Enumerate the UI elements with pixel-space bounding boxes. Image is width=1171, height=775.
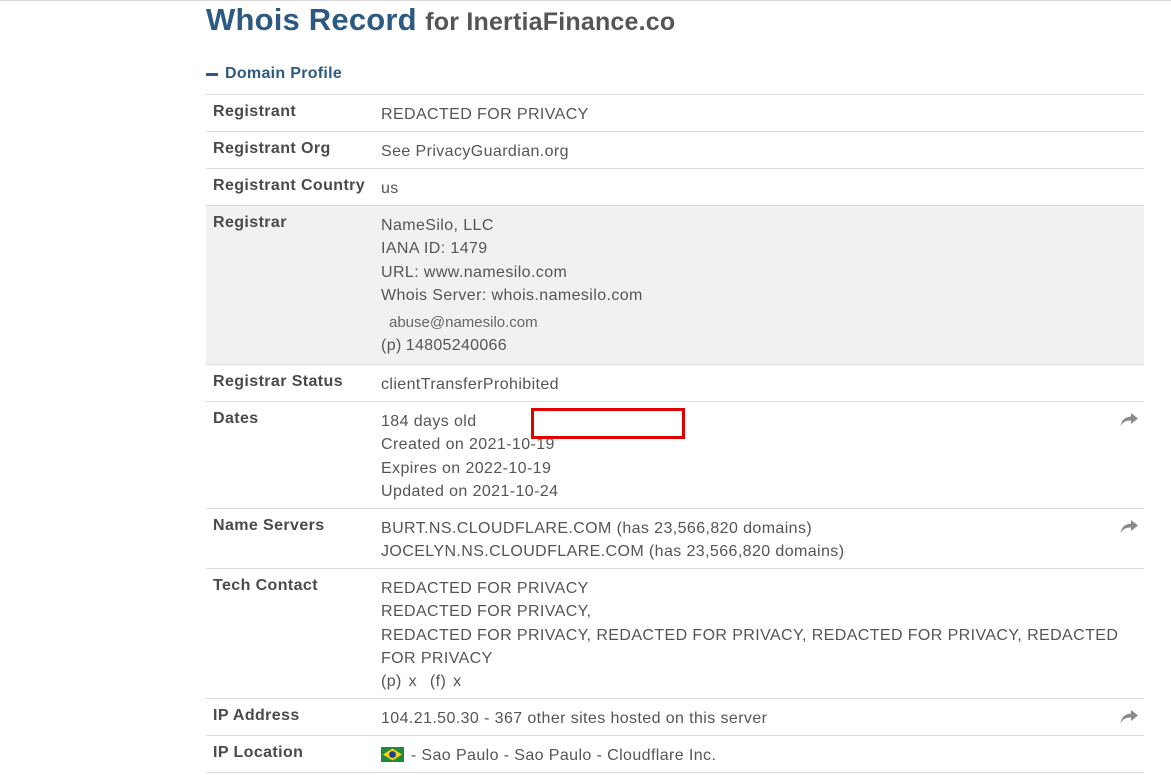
dates-created: Created on 2021-10-19 [381, 436, 555, 454]
phone-label: (p) [381, 673, 402, 691]
registrant-country-value: us [381, 180, 399, 197]
registrar-iana: IANA ID: 1479 [381, 240, 488, 258]
dates-updated: Updated on 2021-10-24 [381, 482, 559, 500]
phone-label: (p) [381, 337, 402, 355]
page-title-domain: for InertiaFinance.co [425, 8, 676, 36]
registrar-phone: (p) 14805240066 [381, 334, 1132, 357]
registrant-org-value: See PrivacyGuardian.org [381, 143, 569, 160]
tech-contact-line1: REDACTED FOR PRIVACY [381, 580, 589, 597]
row-label: Registrant Country [213, 177, 366, 194]
row-label: IP Location [213, 744, 304, 761]
row-registrant-country: Registrant Country us [206, 169, 1144, 206]
row-label: Name Servers [213, 517, 325, 534]
row-registrant-org: Registrant Org See PrivacyGuardian.org [206, 132, 1144, 169]
tech-contact-phone: (p) x (f) x [381, 670, 1132, 693]
abuse-email: abuse@namesilo.com [389, 314, 538, 332]
tech-contact-line2: REDACTED FOR PRIVACY, [381, 603, 592, 621]
dates-age: 184 days old [381, 413, 477, 430]
row-value: BURT.NS.CLOUDFLARE.COM (has 23,566,820 d… [381, 517, 1132, 564]
page-title-main: Whois Record [206, 2, 417, 37]
dates-expires: Expires on 2022-10-19 [381, 459, 552, 477]
brazil-flag-icon [381, 747, 404, 762]
share-arrow-icon[interactable] [1120, 520, 1138, 534]
fax-label: (f) [429, 673, 447, 691]
row-tech-contact: Tech Contact REDACTED FOR PRIVACY REDACT… [206, 569, 1144, 699]
share-arrow-icon[interactable] [1120, 710, 1138, 724]
ip-address-value[interactable]: 104.21.50.30 - 367 other sites hosted on… [381, 707, 1132, 730]
registrant-value: REDACTED FOR PRIVACY [381, 106, 589, 123]
fax-value: x [453, 673, 462, 691]
section-label: Domain Profile [225, 65, 343, 82]
row-label: Registrant Org [213, 140, 331, 157]
whois-table: Registrant REDACTED FOR PRIVACY Registra… [206, 94, 1144, 773]
row-label: Registrar Status [213, 373, 343, 390]
row-dates: Dates 184 days old Created on 2021-10-19… [206, 402, 1144, 509]
row-value: REDACTED FOR PRIVACY [381, 103, 1132, 126]
row-value: clientTransferProhibited [381, 373, 1132, 396]
ip-location-value: - Sao Paulo - Sao Paulo - Cloudflare Inc… [410, 747, 717, 764]
ip-location-line: - Sao Paulo - Sao Paulo - Cloudflare Inc… [381, 744, 1132, 767]
phone-value: x [408, 673, 418, 691]
top-divider [0, 0, 1171, 1]
phone-number: 14805240066 [405, 337, 507, 355]
row-name-servers: Name Servers BURT.NS.CLOUDFLARE.COM (has… [206, 509, 1144, 569]
registrar-name: NameSilo, LLC [381, 217, 494, 234]
row-registrar: Registrar NameSilo, LLC IANA ID: 1479 UR… [206, 206, 1144, 365]
name-server-2[interactable]: JOCELYN.NS.CLOUDFLARE.COM (has 23,566,82… [381, 540, 1132, 563]
row-label: Tech Contact [213, 577, 318, 594]
row-label: IP Address [213, 707, 300, 724]
row-registrant: Registrant REDACTED FOR PRIVACY [206, 95, 1144, 132]
row-label: Dates [213, 410, 259, 427]
row-label: Registrar [213, 214, 287, 231]
page-title: Whois Record for InertiaFinance.co [206, 2, 675, 38]
domain-profile-toggle[interactable]: Domain Profile [206, 64, 342, 84]
registrar-abuse: abuse@namesilo.com [381, 311, 1132, 334]
row-value: us [381, 177, 1132, 200]
highlight-box [531, 408, 685, 439]
registrar-url: URL: www.namesilo.com [381, 263, 568, 281]
row-value: REDACTED FOR PRIVACY REDACTED FOR PRIVAC… [381, 577, 1132, 693]
registrar-whois-server: Whois Server: whois.namesilo.com [381, 286, 643, 304]
row-value: NameSilo, LLC IANA ID: 1479 URL: www.nam… [381, 214, 1132, 358]
tech-contact-line3: REDACTED FOR PRIVACY, REDACTED FOR PRIVA… [381, 626, 1119, 667]
row-value: See PrivacyGuardian.org [381, 140, 1132, 163]
row-ip-address: IP Address 104.21.50.30 - 367 other site… [206, 699, 1144, 736]
row-ip-location: IP Location - Sao Paulo - Sao Paulo - Cl… [206, 736, 1144, 773]
row-value: 104.21.50.30 - 367 other sites hosted on… [381, 707, 1132, 730]
registrar-status-value: clientTransferProhibited [381, 376, 559, 393]
share-arrow-icon[interactable] [1120, 413, 1138, 427]
row-value: 184 days old Created on 2021-10-19 Expir… [381, 408, 1132, 503]
row-value: - Sao Paulo - Sao Paulo - Cloudflare Inc… [381, 744, 1132, 767]
row-label: Registrant [213, 103, 297, 120]
name-server-1[interactable]: BURT.NS.CLOUDFLARE.COM (has 23,566,820 d… [381, 517, 1132, 540]
minus-icon [206, 72, 218, 76]
row-registrar-status: Registrar Status clientTransferProhibite… [206, 365, 1144, 402]
